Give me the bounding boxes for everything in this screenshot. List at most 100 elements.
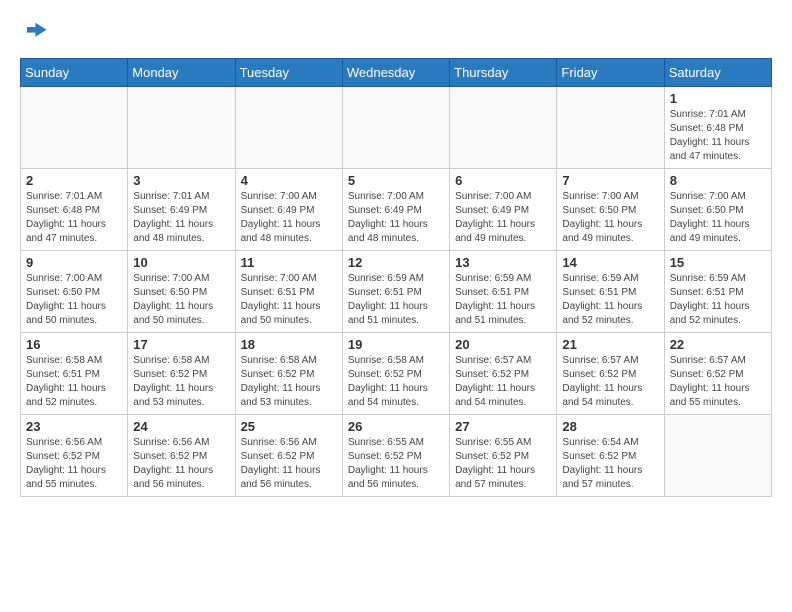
calendar-day-cell bbox=[342, 87, 449, 169]
day-number: 28 bbox=[562, 419, 658, 434]
calendar-day-header: Thursday bbox=[450, 59, 557, 87]
calendar-week-row: 1 Sunrise: 7:01 AM Sunset: 6:48 PM Daylig… bbox=[21, 87, 772, 169]
day-info: Sunrise: 7:00 AM Sunset: 6:50 PM Dayligh… bbox=[133, 272, 229, 328]
day-info: Sunrise: 7:00 AM Sunset: 6:49 PM Dayligh… bbox=[455, 190, 551, 246]
day-number: 11 bbox=[241, 255, 337, 270]
calendar-day-cell: 1 Sunrise: 7:01 AM Sunset: 6:48 PM Daylig… bbox=[664, 87, 771, 169]
calendar-day-cell: 10 Sunrise: 7:00 AM Sunset: 6:50 PM Dayli… bbox=[128, 251, 235, 333]
day-number: 9 bbox=[26, 255, 122, 270]
calendar-day-cell: 11 Sunrise: 7:00 AM Sunset: 6:51 PM Dayli… bbox=[235, 251, 342, 333]
day-info: Sunrise: 6:54 AM Sunset: 6:52 PM Dayligh… bbox=[562, 436, 658, 492]
calendar-day-cell bbox=[128, 87, 235, 169]
day-info: Sunrise: 6:59 AM Sunset: 6:51 PM Dayligh… bbox=[562, 272, 658, 328]
day-info: Sunrise: 6:58 AM Sunset: 6:52 PM Dayligh… bbox=[133, 354, 229, 410]
day-number: 20 bbox=[455, 337, 551, 352]
day-info: Sunrise: 6:55 AM Sunset: 6:52 PM Dayligh… bbox=[348, 436, 444, 492]
calendar-day-cell: 27 Sunrise: 6:55 AM Sunset: 6:52 PM Dayli… bbox=[450, 415, 557, 497]
calendar-day-cell: 24 Sunrise: 6:56 AM Sunset: 6:52 PM Dayli… bbox=[128, 415, 235, 497]
calendar-table: SundayMondayTuesdayWednesdayThursdayFrid… bbox=[20, 58, 772, 497]
calendar-day-cell: 9 Sunrise: 7:00 AM Sunset: 6:50 PM Daylig… bbox=[21, 251, 128, 333]
calendar-week-row: 9 Sunrise: 7:00 AM Sunset: 6:50 PM Daylig… bbox=[21, 251, 772, 333]
day-number: 4 bbox=[241, 173, 337, 188]
day-info: Sunrise: 7:00 AM Sunset: 6:50 PM Dayligh… bbox=[670, 190, 766, 246]
calendar-day-cell: 8Sunrise: 7:00 AM Sunset: 6:50 PM Daylig… bbox=[664, 169, 771, 251]
day-number: 5 bbox=[348, 173, 444, 188]
day-number: 24 bbox=[133, 419, 229, 434]
day-info: Sunrise: 6:57 AM Sunset: 6:52 PM Dayligh… bbox=[455, 354, 551, 410]
day-info: Sunrise: 6:58 AM Sunset: 6:52 PM Dayligh… bbox=[241, 354, 337, 410]
day-info: Sunrise: 6:59 AM Sunset: 6:51 PM Dayligh… bbox=[348, 272, 444, 328]
day-info: Sunrise: 7:00 AM Sunset: 6:49 PM Dayligh… bbox=[348, 190, 444, 246]
day-info: Sunrise: 6:56 AM Sunset: 6:52 PM Dayligh… bbox=[241, 436, 337, 492]
day-info: Sunrise: 6:58 AM Sunset: 6:51 PM Dayligh… bbox=[26, 354, 122, 410]
day-info: Sunrise: 6:56 AM Sunset: 6:52 PM Dayligh… bbox=[133, 436, 229, 492]
day-number: 22 bbox=[670, 337, 766, 352]
day-number: 23 bbox=[26, 419, 122, 434]
day-number: 6 bbox=[455, 173, 551, 188]
calendar-day-cell: 16 Sunrise: 6:58 AM Sunset: 6:51 PM Dayli… bbox=[21, 333, 128, 415]
calendar-day-cell bbox=[557, 87, 664, 169]
calendar-day-cell: 23 Sunrise: 6:56 AM Sunset: 6:52 PM Dayli… bbox=[21, 415, 128, 497]
day-number: 18 bbox=[241, 337, 337, 352]
day-info: Sunrise: 6:55 AM Sunset: 6:52 PM Dayligh… bbox=[455, 436, 551, 492]
day-number: 17 bbox=[133, 337, 229, 352]
calendar-day-cell: 2 Sunrise: 7:01 AM Sunset: 6:48 PM Daylig… bbox=[21, 169, 128, 251]
day-info: Sunrise: 6:56 AM Sunset: 6:52 PM Dayligh… bbox=[26, 436, 122, 492]
day-number: 2 bbox=[26, 173, 122, 188]
day-info: Sunrise: 6:59 AM Sunset: 6:51 PM Dayligh… bbox=[455, 272, 551, 328]
calendar-day-cell bbox=[664, 415, 771, 497]
day-info: Sunrise: 6:57 AM Sunset: 6:52 PM Dayligh… bbox=[562, 354, 658, 410]
calendar-day-cell bbox=[21, 87, 128, 169]
calendar-day-cell: 20 Sunrise: 6:57 AM Sunset: 6:52 PM Dayli… bbox=[450, 333, 557, 415]
day-info: Sunrise: 7:00 AM Sunset: 6:50 PM Dayligh… bbox=[562, 190, 658, 246]
calendar-day-cell: 21 Sunrise: 6:57 AM Sunset: 6:52 PM Dayli… bbox=[557, 333, 664, 415]
day-info: Sunrise: 7:00 AM Sunset: 6:51 PM Dayligh… bbox=[241, 272, 337, 328]
day-info: Sunrise: 6:57 AM Sunset: 6:52 PM Dayligh… bbox=[670, 354, 766, 410]
calendar-day-cell: 28 Sunrise: 6:54 AM Sunset: 6:52 PM Dayli… bbox=[557, 415, 664, 497]
generalblue-logo-icon bbox=[20, 20, 48, 48]
calendar-day-cell: 4 Sunrise: 7:00 AM Sunset: 6:49 PM Daylig… bbox=[235, 169, 342, 251]
calendar-day-cell: 18 Sunrise: 6:58 AM Sunset: 6:52 PM Dayli… bbox=[235, 333, 342, 415]
calendar-day-header: Monday bbox=[128, 59, 235, 87]
day-number: 19 bbox=[348, 337, 444, 352]
day-number: 27 bbox=[455, 419, 551, 434]
day-number: 16 bbox=[26, 337, 122, 352]
day-info: Sunrise: 6:58 AM Sunset: 6:52 PM Dayligh… bbox=[348, 354, 444, 410]
calendar-day-cell: 14 Sunrise: 6:59 AM Sunset: 6:51 PM Dayli… bbox=[557, 251, 664, 333]
page-header bbox=[20, 20, 772, 48]
calendar-week-row: 23 Sunrise: 6:56 AM Sunset: 6:52 PM Dayli… bbox=[21, 415, 772, 497]
calendar-day-header: Friday bbox=[557, 59, 664, 87]
day-info: Sunrise: 7:00 AM Sunset: 6:50 PM Dayligh… bbox=[26, 272, 122, 328]
day-info: Sunrise: 7:01 AM Sunset: 6:48 PM Dayligh… bbox=[670, 108, 766, 164]
calendar-week-row: 16 Sunrise: 6:58 AM Sunset: 6:51 PM Dayli… bbox=[21, 333, 772, 415]
calendar-week-row: 2 Sunrise: 7:01 AM Sunset: 6:48 PM Daylig… bbox=[21, 169, 772, 251]
day-number: 12 bbox=[348, 255, 444, 270]
calendar-day-cell: 3 Sunrise: 7:01 AM Sunset: 6:49 PM Daylig… bbox=[128, 169, 235, 251]
calendar-day-cell: 6 Sunrise: 7:00 AM Sunset: 6:49 PM Daylig… bbox=[450, 169, 557, 251]
calendar-day-cell: 7 Sunrise: 7:00 AM Sunset: 6:50 PM Daylig… bbox=[557, 169, 664, 251]
calendar-day-cell bbox=[450, 87, 557, 169]
day-number: 25 bbox=[241, 419, 337, 434]
day-number: 7 bbox=[562, 173, 658, 188]
calendar-day-header: Sunday bbox=[21, 59, 128, 87]
day-info: Sunrise: 7:01 AM Sunset: 6:48 PM Dayligh… bbox=[26, 190, 122, 246]
day-info: Sunrise: 7:00 AM Sunset: 6:49 PM Dayligh… bbox=[241, 190, 337, 246]
day-info: Sunrise: 7:01 AM Sunset: 6:49 PM Dayligh… bbox=[133, 190, 229, 246]
day-number: 10 bbox=[133, 255, 229, 270]
day-number: 26 bbox=[348, 419, 444, 434]
calendar-day-cell: 26 Sunrise: 6:55 AM Sunset: 6:52 PM Dayli… bbox=[342, 415, 449, 497]
calendar-day-cell: 22 Sunrise: 6:57 AM Sunset: 6:52 PM Dayli… bbox=[664, 333, 771, 415]
calendar-day-cell: 19 Sunrise: 6:58 AM Sunset: 6:52 PM Dayli… bbox=[342, 333, 449, 415]
calendar-day-cell: 12 Sunrise: 6:59 AM Sunset: 6:51 PM Dayli… bbox=[342, 251, 449, 333]
day-number: 3 bbox=[133, 173, 229, 188]
calendar-day-cell: 25 Sunrise: 6:56 AM Sunset: 6:52 PM Dayli… bbox=[235, 415, 342, 497]
day-number: 21 bbox=[562, 337, 658, 352]
calendar-day-cell: 5 Sunrise: 7:00 AM Sunset: 6:49 PM Daylig… bbox=[342, 169, 449, 251]
calendar-day-header: Tuesday bbox=[235, 59, 342, 87]
calendar-header-row: SundayMondayTuesdayWednesdayThursdayFrid… bbox=[21, 59, 772, 87]
day-info: Sunrise: 6:59 AM Sunset: 6:51 PM Dayligh… bbox=[670, 272, 766, 328]
calendar-day-header: Saturday bbox=[664, 59, 771, 87]
day-number: 1 bbox=[670, 91, 766, 106]
calendar-day-cell: 15Sunrise: 6:59 AM Sunset: 6:51 PM Dayli… bbox=[664, 251, 771, 333]
day-number: 14 bbox=[562, 255, 658, 270]
